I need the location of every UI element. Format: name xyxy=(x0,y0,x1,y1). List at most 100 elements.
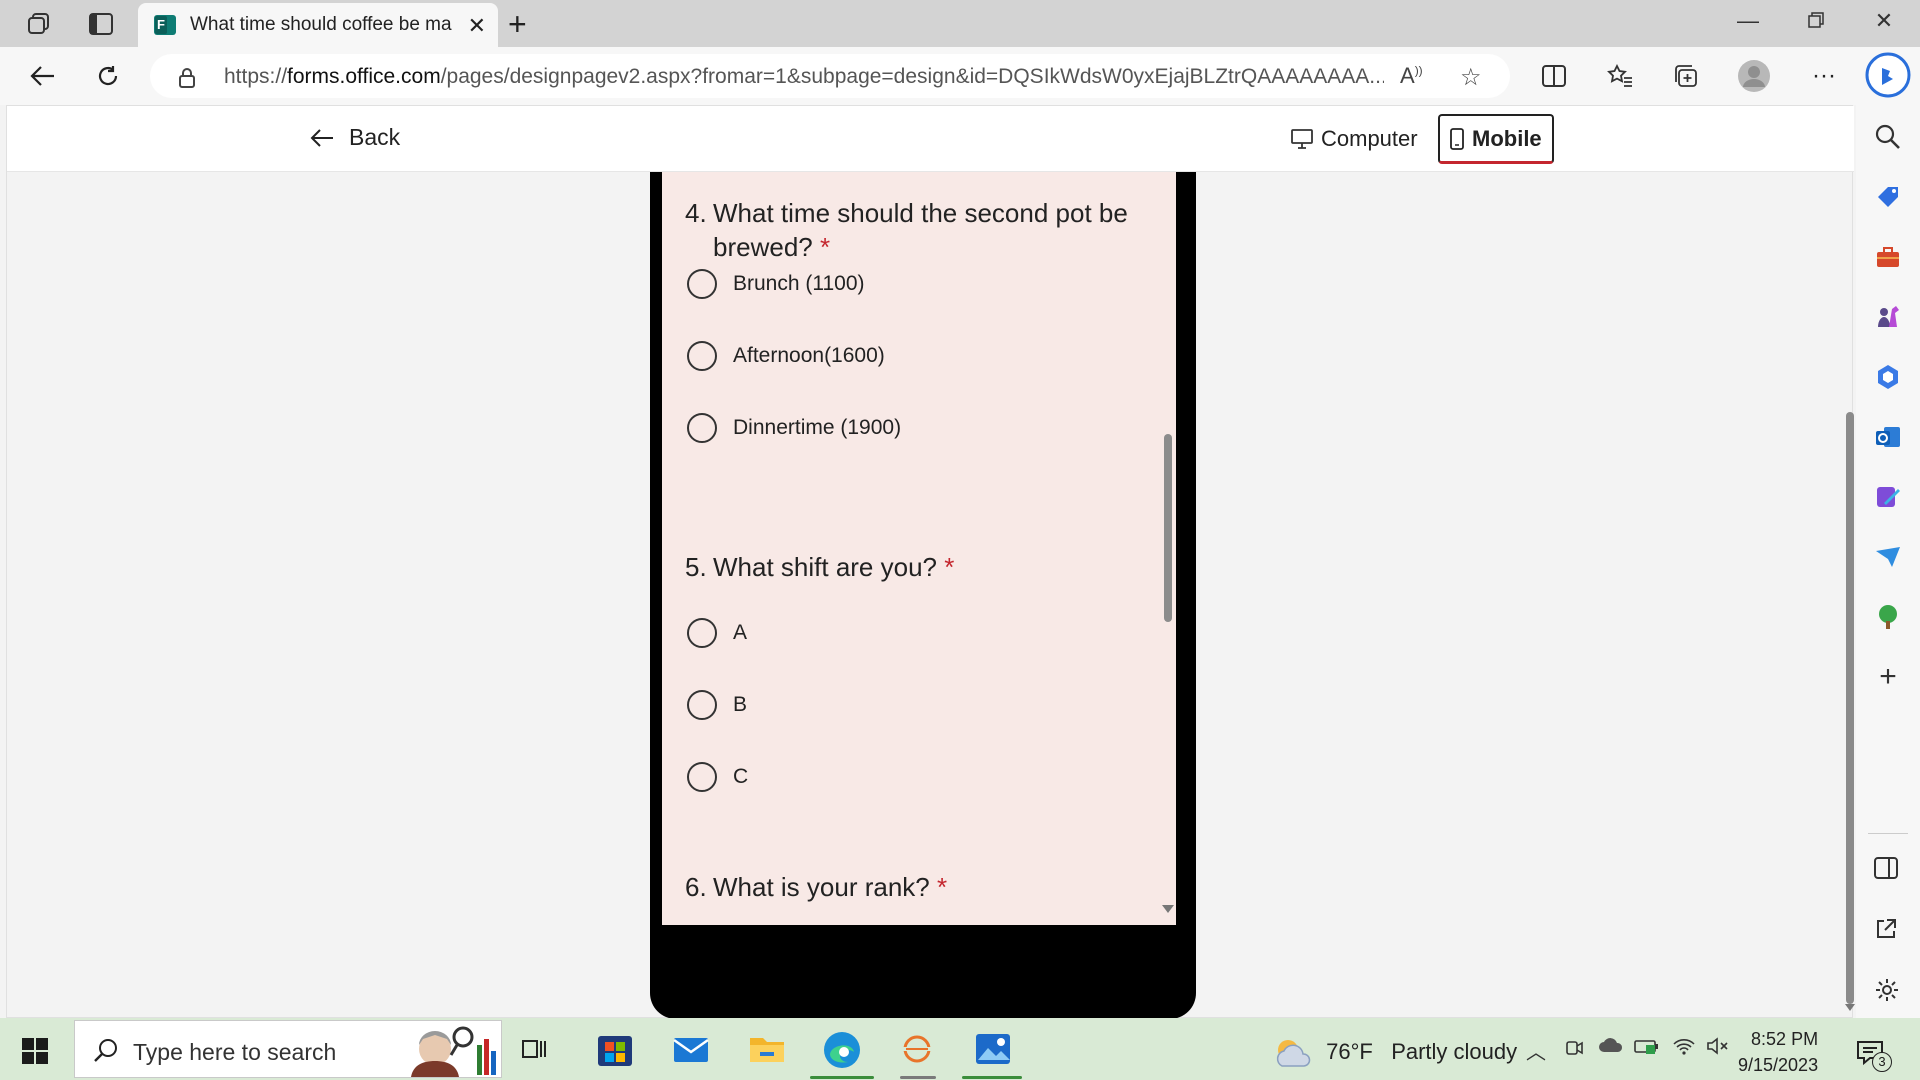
tools-briefcase-icon[interactable] xyxy=(1874,243,1902,271)
form-preview-screen[interactable]: 4. What time should the second pot be br… xyxy=(662,172,1176,925)
collections-icon[interactable] xyxy=(1668,58,1704,94)
volume-muted-icon[interactable] xyxy=(1706,1036,1730,1062)
new-tab-icon[interactable]: + xyxy=(508,6,527,43)
app-orange-icon[interactable] xyxy=(898,1030,936,1068)
page-content: Back Computer Mobile 4. What time should… xyxy=(6,105,1856,1019)
add-icon[interactable]: + xyxy=(1874,662,1902,692)
wifi-icon[interactable] xyxy=(1672,1036,1696,1062)
partly-cloudy-icon xyxy=(1276,1040,1311,1067)
system-clock[interactable]: 8:52 PM 9/15/2023 xyxy=(1738,1026,1818,1078)
battery-icon[interactable] xyxy=(1634,1036,1660,1062)
send-icon[interactable] xyxy=(1874,543,1902,571)
preview-header: Back Computer Mobile xyxy=(7,106,1854,172)
search-placeholder: Type here to search xyxy=(133,1039,337,1065)
form-scrollbar[interactable] xyxy=(1158,172,1176,925)
radio-button[interactable] xyxy=(687,618,717,648)
option-label: Afternoon(1600) xyxy=(733,344,885,367)
show-hidden-icons-chevron-icon[interactable]: ︿ xyxy=(1526,1036,1546,1065)
outlook-icon[interactable] xyxy=(1874,423,1902,451)
meet-now-icon[interactable] xyxy=(1564,1036,1584,1064)
clock-date: 9/15/2023 xyxy=(1738,1055,1819,1075)
minimize-icon[interactable]: — xyxy=(1728,8,1768,34)
microsoft-365-icon[interactable] xyxy=(1874,363,1902,391)
option-shift-c[interactable]: C xyxy=(687,762,748,792)
monitor-icon xyxy=(1291,129,1313,149)
shopping-tag-icon[interactable] xyxy=(1874,183,1902,211)
question-text: What time should the second pot be brewe… xyxy=(713,198,1128,262)
taskbar-search-box[interactable]: Type here to search xyxy=(74,1020,502,1078)
profile-avatar-icon[interactable] xyxy=(1736,58,1772,94)
radio-button[interactable] xyxy=(687,413,717,443)
designer-icon[interactable] xyxy=(1874,483,1902,511)
settings-gear-icon[interactable] xyxy=(1874,977,1902,1005)
weather-widget[interactable]: 76°F Partly cloudy xyxy=(1272,1036,1517,1070)
radio-button[interactable] xyxy=(687,341,717,371)
games-icon[interactable] xyxy=(1874,303,1902,331)
refresh-icon[interactable] xyxy=(90,58,126,94)
url-text[interactable]: https://forms.office.com/pages/designpag… xyxy=(224,65,1384,89)
form-scrollbar-thumb[interactable] xyxy=(1164,434,1172,622)
open-external-icon[interactable] xyxy=(1874,917,1902,945)
split-screen-icon[interactable] xyxy=(1536,58,1572,94)
back-arrow-icon xyxy=(310,128,333,147)
workspaces-icon[interactable] xyxy=(24,9,54,39)
option-dinnertime[interactable]: Dinnertime (1900) xyxy=(687,413,901,443)
computer-view-button[interactable]: Computer xyxy=(1281,114,1428,164)
option-label: Brunch (1100) xyxy=(733,272,865,295)
edge-browser-icon[interactable] xyxy=(822,1030,860,1068)
microsoft-store-icon[interactable] xyxy=(596,1030,634,1068)
file-explorer-icon[interactable] xyxy=(748,1030,786,1068)
back-label: Back xyxy=(349,124,401,150)
radio-button[interactable] xyxy=(687,269,717,299)
option-brunch[interactable]: Brunch (1100) xyxy=(687,269,865,299)
radio-button[interactable] xyxy=(687,690,717,720)
lock-icon[interactable] xyxy=(178,67,196,94)
back-button[interactable]: Back xyxy=(309,124,400,151)
tab-active[interactable]: What time should coffee be mad ✕ xyxy=(138,3,498,47)
page-scrollbar-thumb[interactable] xyxy=(1846,412,1854,1004)
task-view-icon[interactable] xyxy=(520,1034,558,1072)
question-text: What shift are you? * xyxy=(713,552,955,582)
windows-start-icon[interactable] xyxy=(22,1038,48,1064)
read-aloud-icon[interactable]: A)) xyxy=(1400,63,1423,89)
tab-actions-icon[interactable] xyxy=(86,9,116,39)
favorites-icon[interactable] xyxy=(1602,58,1638,94)
radio-button[interactable] xyxy=(687,762,717,792)
mobile-label: Mobile xyxy=(1472,125,1542,151)
tree-icon[interactable] xyxy=(1874,603,1902,631)
open-app-indicator xyxy=(900,1076,936,1079)
close-tab-icon[interactable]: ✕ xyxy=(468,13,486,39)
mobile-preview-frame: 4. What time should the second pot be br… xyxy=(650,172,1196,1019)
bing-chat-icon[interactable] xyxy=(1864,51,1912,99)
question-number: 6. xyxy=(685,872,707,902)
option-shift-b[interactable]: B xyxy=(687,690,747,720)
edge-sidebar: + xyxy=(1856,105,1920,1018)
mobile-view-button[interactable]: Mobile xyxy=(1438,114,1554,164)
mail-icon[interactable] xyxy=(672,1030,710,1068)
back-arrow-icon[interactable] xyxy=(24,58,60,94)
clock-time: 8:52 PM xyxy=(1751,1029,1819,1049)
scroll-down-arrow-icon[interactable] xyxy=(1845,1004,1855,1011)
question-text: What is your rank? * xyxy=(713,872,948,902)
address-toolbar: https://forms.office.com/pages/designpag… xyxy=(0,47,1920,105)
option-label: C xyxy=(733,765,749,788)
close-window-icon[interactable]: ✕ xyxy=(1864,8,1904,34)
hide-sidebar-icon[interactable] xyxy=(1874,857,1902,885)
photos-icon[interactable] xyxy=(974,1030,1012,1068)
notification-center-icon[interactable]: 3 xyxy=(1856,1038,1892,1075)
option-label: Dinnertime (1900) xyxy=(733,416,902,439)
search-icon[interactable] xyxy=(1874,123,1902,151)
weather-condition: Partly cloudy xyxy=(1391,1038,1518,1064)
page-scrollbar[interactable] xyxy=(1844,172,1856,1019)
onedrive-cloud-icon[interactable] xyxy=(1598,1036,1624,1060)
restore-icon[interactable] xyxy=(1796,8,1836,34)
scroll-down-arrow-icon[interactable] xyxy=(1162,905,1174,913)
more-options-icon[interactable]: ··· xyxy=(1806,58,1842,94)
required-star: * xyxy=(819,232,831,262)
address-bar[interactable]: https://forms.office.com/pages/designpag… xyxy=(150,54,1510,98)
option-label: A xyxy=(733,621,748,644)
notification-count-badge: 3 xyxy=(1872,1052,1892,1072)
option-shift-a[interactable]: A xyxy=(687,618,747,648)
option-afternoon[interactable]: Afternoon(1600) xyxy=(687,341,885,371)
favorite-star-icon[interactable]: ☆ xyxy=(1460,63,1482,92)
